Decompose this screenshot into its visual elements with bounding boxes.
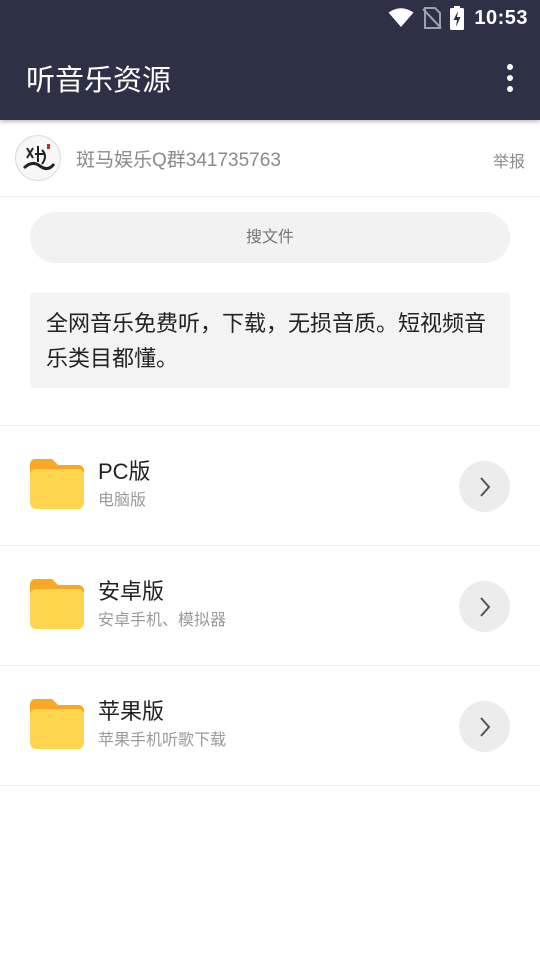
folder-icon [30,579,84,633]
file-name: 安卓版 [98,579,165,604]
page-title: 听音乐资源 [26,63,172,97]
file-name: 苹果版 [98,699,165,724]
search-input[interactable] [30,212,510,263]
battery-charging-icon [450,6,465,30]
report-link[interactable]: 举报 [493,148,525,172]
list-item-android[interactable]: 安卓版 安卓手机、模拟器 [0,546,540,666]
folder-icon [30,459,84,513]
list-item-apple[interactable]: 苹果版 苹果手机听歌下载 [0,666,540,786]
status-time: 10:53 [474,6,528,29]
no-sim-icon [422,7,443,29]
chevron-right-icon[interactable] [459,461,510,512]
avatar[interactable] [15,135,61,181]
description-text: 全网音乐免费听，下载，无损音质。短视频音乐类目都懂。 [30,293,510,388]
group-header: 斑马娱乐Q群341735763 举报 [0,120,540,197]
chevron-right-icon[interactable] [459,581,510,632]
list-item-pc[interactable]: PC版 电脑版 [0,426,540,546]
file-subtitle: 电脑版 [98,490,147,509]
wifi-icon [388,8,414,28]
file-subtitle: 苹果手机听歌下载 [98,730,227,749]
status-bar: 10:53 [0,0,540,36]
file-name: PC版 [98,459,151,484]
chevron-right-icon[interactable] [459,701,510,752]
app-bar: 听音乐资源 [0,36,540,120]
folder-icon [30,699,84,753]
file-subtitle: 安卓手机、模拟器 [98,610,227,629]
group-name: 斑马娱乐Q群341735763 [76,149,281,171]
more-vert-icon[interactable] [502,64,518,92]
